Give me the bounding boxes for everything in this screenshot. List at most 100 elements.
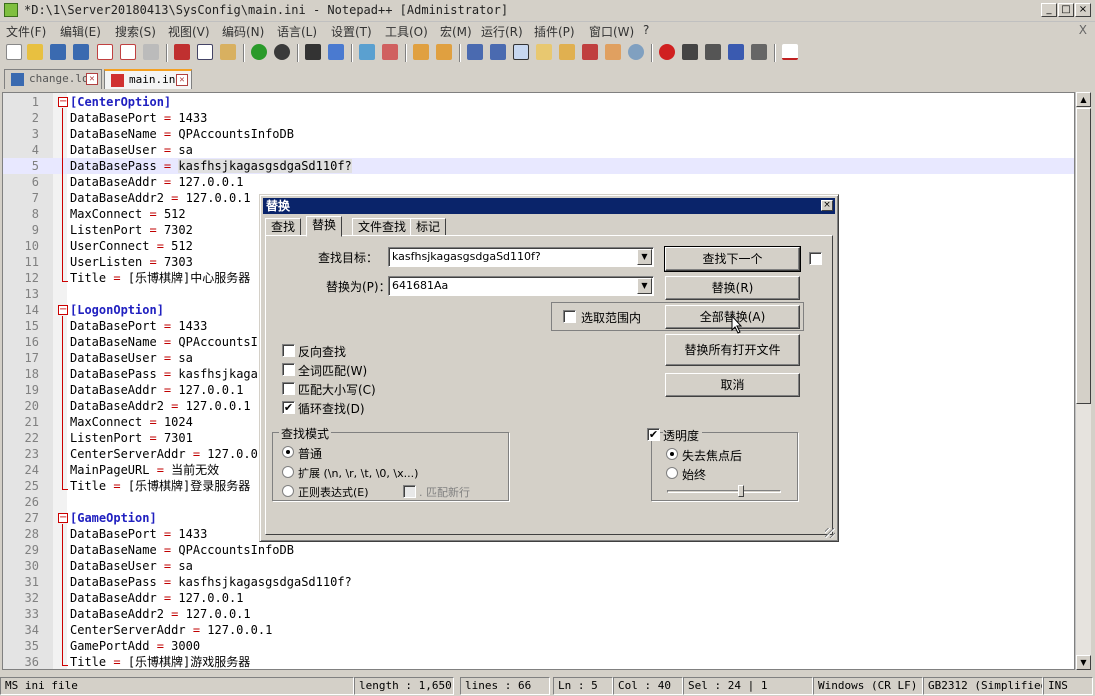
udl-icon[interactable] — [536, 44, 552, 60]
fold-toggle-icon[interactable]: − — [58, 513, 68, 523]
zoom-in-icon[interactable] — [359, 44, 375, 60]
paste-icon[interactable] — [220, 44, 236, 60]
mode-extended-radio[interactable] — [282, 466, 294, 478]
editor-line[interactable]: 35 GamePortAdd = 3000 — [3, 638, 1074, 654]
sync-vertical-icon[interactable] — [413, 44, 429, 60]
monitoring-icon[interactable] — [628, 44, 644, 60]
transparency-slider-track[interactable] — [667, 490, 781, 493]
vertical-scrollbar[interactable]: ▲ ▼ — [1075, 92, 1091, 670]
transparency-checkbox[interactable]: ✔ — [647, 428, 660, 441]
menu-language[interactable]: 语言(L) — [277, 23, 317, 40]
sync-horizontal-icon[interactable] — [436, 44, 452, 60]
minimize-button[interactable]: _ — [1041, 3, 1057, 17]
editor-line[interactable]: 36 Title = [乐博棋牌]游戏服务器 — [3, 654, 1074, 669]
menu-window[interactable]: 窗口(W) — [589, 23, 634, 40]
scroll-down-icon[interactable]: ▼ — [1076, 655, 1091, 670]
editor-line[interactable]: 6 DataBaseAddr = 127.0.0.1 — [3, 174, 1074, 190]
editor-line[interactable]: 4 DataBaseUser = sa — [3, 142, 1074, 158]
function-list-icon[interactable] — [582, 44, 598, 60]
mode-normal-radio[interactable] — [282, 446, 294, 458]
editor-line[interactable]: 33 DataBaseAddr2 = 127.0.0.1 — [3, 606, 1074, 622]
tab-main-ini[interactable]: main.ini ✕ — [104, 69, 192, 89]
mode-regex-radio[interactable] — [282, 485, 294, 497]
doc-map-icon[interactable] — [559, 44, 575, 60]
stop-macro-icon[interactable] — [682, 44, 698, 60]
run-macro-multiple-icon[interactable] — [728, 44, 744, 60]
editor-line[interactable]: 30 DataBaseUser = sa — [3, 558, 1074, 574]
transparency-slider-thumb[interactable] — [738, 485, 745, 497]
cut-icon[interactable] — [174, 44, 190, 60]
save-macro-icon[interactable] — [751, 44, 767, 60]
save-all-icon[interactable] — [73, 44, 89, 60]
tab-find[interactable]: 查找 — [265, 218, 302, 236]
tab-find-in-files[interactable]: 文件查找 — [352, 218, 413, 236]
menu-settings[interactable]: 设置(T) — [331, 23, 372, 40]
fold-toggle-icon[interactable]: − — [58, 305, 68, 315]
scroll-up-icon[interactable]: ▲ — [1076, 92, 1091, 107]
indent-guide-icon[interactable] — [513, 44, 529, 60]
copy-icon[interactable] — [197, 44, 213, 60]
menu-help[interactable]: ? — [643, 23, 649, 37]
dialog-close-button[interactable]: × — [821, 200, 833, 211]
transparency-on-blur-radio[interactable] — [666, 448, 678, 460]
replace-with-combo[interactable]: 641681Aa ▼ — [388, 276, 654, 296]
chevron-down-icon[interactable]: ▼ — [637, 278, 652, 294]
status-eol[interactable]: Windows (CR LF) — [813, 677, 923, 695]
wrap-around-checkbox[interactable]: ✔ — [282, 401, 295, 414]
find-what-combo[interactable]: kasfhsjkagasgsdgaSd110f? ▼ — [388, 247, 654, 267]
open-file-icon[interactable] — [27, 44, 43, 60]
menu-macro[interactable]: 宏(M) — [440, 23, 472, 40]
menu-tools[interactable]: 工具(O) — [385, 23, 428, 40]
zoom-out-icon[interactable] — [382, 44, 398, 60]
replace-button[interactable]: 替换(R) — [665, 276, 800, 300]
cancel-button[interactable]: 取消 — [665, 373, 800, 397]
menu-view[interactable]: 视图(V) — [168, 23, 210, 40]
record-macro-icon[interactable] — [659, 44, 675, 60]
editor-line[interactable]: 3 DataBaseName = QPAccountsInfoDB — [3, 126, 1074, 142]
save-icon[interactable] — [50, 44, 66, 60]
new-file-icon[interactable] — [6, 44, 22, 60]
editor-line[interactable]: 1 [CenterOption] — [3, 94, 1074, 110]
redo-icon[interactable] — [274, 44, 290, 60]
menu-file[interactable]: 文件(F) — [6, 23, 46, 40]
menu-encoding[interactable]: 编码(N) — [222, 23, 264, 40]
find-next-extra-checkbox[interactable] — [809, 252, 822, 265]
menu-run[interactable]: 运行(R) — [481, 23, 523, 40]
find-next-button[interactable]: 查找下一个 — [664, 246, 801, 272]
editor-line[interactable]: 29 DataBaseName = QPAccountsInfoDB — [3, 542, 1074, 558]
replace-all-open-docs-button[interactable]: 替换所有打开文件 — [665, 334, 800, 366]
close-file-icon[interactable] — [97, 44, 113, 60]
menu-plugins[interactable]: 插件(P) — [534, 23, 575, 40]
find-icon[interactable] — [305, 44, 321, 60]
folder-workspace-icon[interactable] — [605, 44, 621, 60]
spellcheck-icon[interactable] — [782, 44, 798, 60]
play-macro-icon[interactable] — [705, 44, 721, 60]
tab-close-icon[interactable]: ✕ — [86, 73, 98, 85]
print-icon[interactable] — [143, 44, 159, 60]
whole-word-checkbox[interactable] — [282, 363, 295, 376]
editor-line[interactable]: 31 DataBasePass = kasfhsjkagasgsdgaSd110f… — [3, 574, 1074, 590]
tab-close-icon[interactable]: ✕ — [176, 74, 188, 86]
resize-grip-icon[interactable] — [825, 528, 835, 538]
transparency-always-radio[interactable] — [666, 467, 678, 479]
maximize-button[interactable]: □ — [1058, 3, 1074, 17]
show-all-chars-icon[interactable] — [490, 44, 506, 60]
close-button[interactable]: × — [1075, 3, 1091, 17]
status-encoding[interactable]: GB2312 (Simplified) — [923, 677, 1043, 695]
backward-checkbox[interactable] — [282, 344, 295, 357]
menu-edit[interactable]: 编辑(E) — [60, 23, 101, 40]
status-mode[interactable]: INS — [1043, 677, 1093, 695]
editor-line[interactable]: 34 CenterServerAddr = 127.0.0.1 — [3, 622, 1074, 638]
undo-icon[interactable] — [251, 44, 267, 60]
match-case-checkbox[interactable] — [282, 382, 295, 395]
editor-line[interactable]: 5 DataBasePass = kasfhsjkagasgsdgaSd110f? — [3, 158, 1074, 174]
editor-line[interactable]: 32 DataBaseAddr = 127.0.0.1 — [3, 590, 1074, 606]
menu-close-doc-button[interactable]: X — [1079, 23, 1087, 37]
menu-search[interactable]: 搜索(S) — [115, 23, 156, 40]
chevron-down-icon[interactable]: ▼ — [637, 249, 652, 265]
fold-toggle-icon[interactable]: − — [58, 97, 68, 107]
tab-mark[interactable]: 标记 — [410, 218, 447, 236]
replace-icon[interactable] — [328, 44, 344, 60]
in-selection-checkbox[interactable] — [563, 310, 576, 323]
tab-replace[interactable]: 替换 — [306, 216, 343, 237]
